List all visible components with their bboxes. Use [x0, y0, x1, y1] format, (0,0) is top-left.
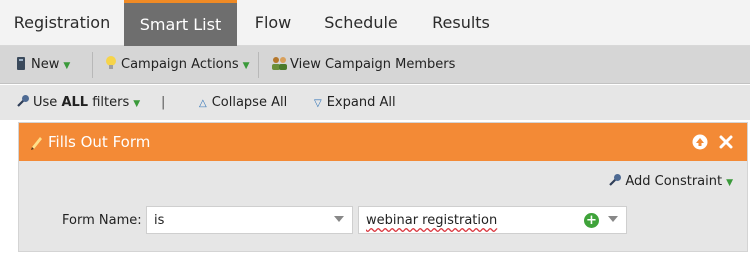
tab-schedule[interactable]: Schedule [309, 0, 413, 46]
form-name-select[interactable]: webinar registration + [358, 206, 627, 234]
tab-registration[interactable]: Registration [0, 0, 124, 46]
tab-results[interactable]: Results [413, 0, 509, 46]
notebook-icon [17, 57, 25, 70]
collapse-triangle-icon: △ [199, 98, 207, 109]
people-icon [272, 57, 287, 70]
chevron-down-icon: ▼ [726, 178, 733, 188]
form-name-label: Form Name: [62, 213, 142, 228]
chevron-down-icon: ▼ [63, 61, 71, 71]
campaign-actions-label: Campaign Actions [121, 57, 239, 72]
chevron-down-icon: ▼ [133, 99, 141, 109]
new-label: New [31, 57, 60, 72]
chevron-down-icon: ▼ [242, 61, 250, 71]
use-label: Use [33, 95, 58, 110]
add-icon[interactable]: + [584, 213, 599, 228]
use-filters-dropdown[interactable]: Use ALL filters ▼ [16, 85, 140, 120]
toolbar: New ▼ Campaign Actions ▼ View Campaign Mem… [0, 46, 750, 84]
filter-panel-header[interactable]: Fills Out Form [19, 123, 747, 161]
expand-all-label: Expand All [326, 95, 396, 110]
collapse-all-label: Collapse All [211, 95, 288, 110]
tab-smart-list[interactable]: Smart List [124, 0, 237, 46]
view-campaign-members-button[interactable]: View Campaign Members [271, 46, 455, 84]
tab-bar: Registration Smart List Flow Schedule Re… [0, 0, 750, 46]
all-label: ALL [61, 95, 89, 110]
filter-bar: Use ALL filters ▼ | △ Collapse All ▽ Expand… [0, 85, 750, 120]
expand-triangle-icon: ▽ [314, 98, 322, 109]
operator-select[interactable]: is [146, 206, 353, 234]
chevron-down-icon[interactable] [608, 216, 618, 222]
operator-value: is [154, 213, 165, 228]
close-icon[interactable] [718, 134, 734, 150]
filter-wrench-icon [17, 95, 29, 107]
toolbar-divider [258, 52, 259, 78]
expand-all-button[interactable]: ▽ Expand All [314, 85, 396, 120]
collapse-all-button[interactable]: △ Collapse All [199, 85, 287, 120]
lightbulb-icon [106, 56, 116, 69]
move-up-icon[interactable] [692, 134, 708, 150]
chevron-down-icon [334, 216, 344, 222]
new-button[interactable]: New ▼ [16, 46, 70, 84]
campaign-actions-button[interactable]: Campaign Actions ▼ [105, 46, 250, 84]
add-constraint-label: Add Constraint [625, 174, 723, 189]
filters-label: filters [92, 95, 130, 110]
add-constraint-button[interactable]: Add Constraint ▼ [608, 173, 733, 189]
tab-flow[interactable]: Flow [237, 0, 309, 46]
pencil-icon [31, 137, 42, 150]
filter-wrench-icon [609, 174, 622, 186]
view-members-label: View Campaign Members [290, 57, 456, 72]
filter-panel: Fills Out Form Add Constraint ▼ Form Name… [18, 122, 748, 252]
toolbar-divider [92, 52, 93, 78]
form-name-value: webinar registration [366, 213, 498, 228]
filter-title: Fills Out Form [48, 133, 151, 151]
filter-bar-separator: | [161, 95, 166, 110]
